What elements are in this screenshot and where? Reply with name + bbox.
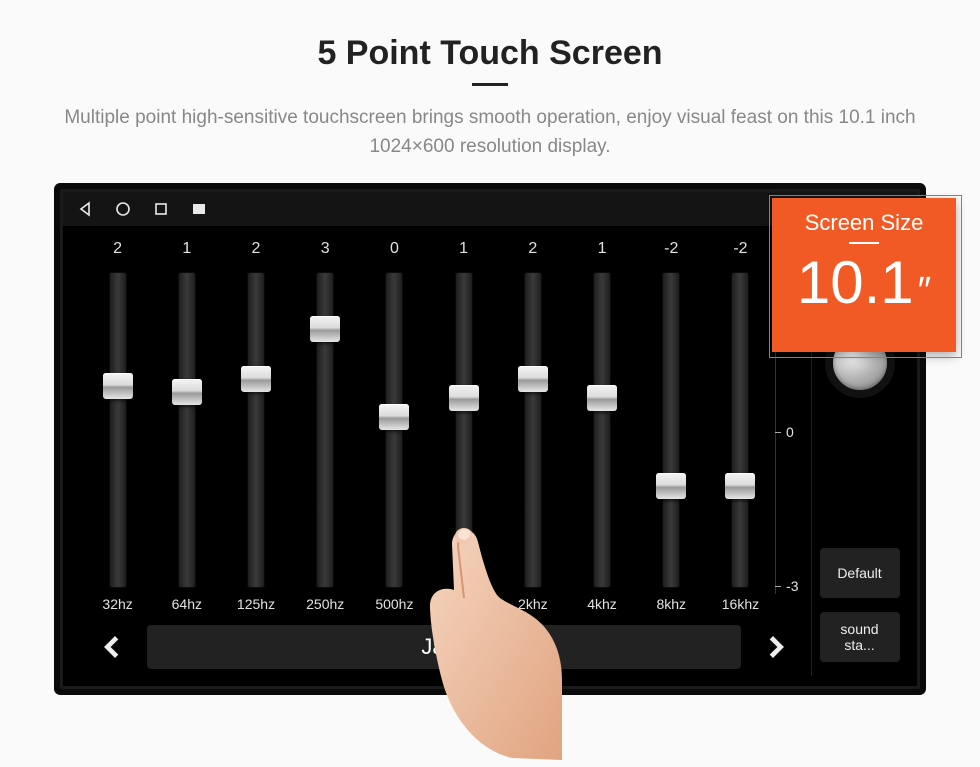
band-value: 2 — [528, 240, 537, 264]
slider-thumb[interactable] — [656, 473, 686, 499]
band-value: 2 — [113, 240, 122, 264]
back-icon[interactable] — [77, 201, 93, 217]
eq-band-4khz: 1 4khz — [567, 240, 636, 618]
eq-slider[interactable] — [524, 272, 542, 588]
slider-thumb[interactable] — [103, 373, 133, 399]
band-freq-label: 32hz — [102, 596, 132, 618]
home-icon[interactable] — [115, 201, 131, 217]
eq-slider[interactable] — [731, 272, 749, 588]
slider-thumb[interactable] — [172, 379, 202, 405]
band-freq-label: 125hz — [237, 596, 275, 618]
eq-slider[interactable] — [455, 272, 473, 588]
slider-thumb[interactable] — [725, 473, 755, 499]
recent-apps-icon[interactable] — [153, 201, 169, 217]
badge-value: 10.1″ — [797, 248, 931, 317]
eq-band-64hz: 1 64hz — [152, 240, 221, 618]
default-button[interactable]: Default — [820, 548, 900, 598]
preset-label[interactable]: Jazz — [147, 625, 741, 669]
eq-band-8khz: -2 8khz — [637, 240, 706, 618]
equalizer-sliders: 2 32hz 1 64hz 2 125hz 3 250hz — [77, 234, 811, 618]
band-freq-label: 64hz — [172, 596, 202, 618]
band-freq-label: 500hz — [375, 596, 413, 618]
band-value: 0 — [390, 240, 399, 264]
page-subtitle: Multiple point high-sensitive touchscree… — [0, 104, 980, 189]
badge-title: Screen Size — [805, 210, 924, 236]
eq-band-125hz: 2 125hz — [221, 240, 290, 618]
eq-band-2khz: 2 2khz — [498, 240, 567, 618]
band-value: -2 — [664, 240, 678, 264]
band-freq-label: 4khz — [587, 596, 617, 618]
eq-band-500hz: 0 500hz — [360, 240, 429, 618]
eq-slider[interactable] — [662, 272, 680, 588]
slider-thumb[interactable] — [310, 316, 340, 342]
slider-thumb[interactable] — [449, 385, 479, 411]
sound-stage-button[interactable]: sound sta... — [820, 612, 900, 662]
eq-band-1khz: 1 1khz — [429, 240, 498, 618]
band-freq-label: 8khz — [656, 596, 686, 618]
picture-icon[interactable] — [191, 201, 207, 217]
slider-thumb[interactable] — [587, 385, 617, 411]
eq-slider[interactable] — [109, 272, 127, 588]
band-freq-label: 1khz — [449, 596, 479, 618]
band-value: 1 — [459, 240, 468, 264]
eq-band-32hz: 2 32hz — [83, 240, 152, 618]
preset-next-button[interactable] — [759, 630, 793, 664]
headline-underline — [472, 83, 508, 86]
eq-slider[interactable] — [385, 272, 403, 588]
band-value: -2 — [733, 240, 747, 264]
equalizer-panel: 2 32hz 1 64hz 2 125hz 3 250hz — [77, 234, 811, 676]
slider-thumb[interactable] — [379, 404, 409, 430]
band-freq-label: 250hz — [306, 596, 344, 618]
eq-slider[interactable] — [593, 272, 611, 588]
slider-thumb[interactable] — [518, 366, 548, 392]
scale-tick: 0 — [776, 424, 811, 440]
eq-slider[interactable] — [247, 272, 265, 588]
page-title: 5 Point Touch Screen — [0, 0, 980, 73]
band-value: 2 — [252, 240, 261, 264]
eq-slider[interactable] — [316, 272, 334, 588]
eq-band-16khz: -2 16khz — [706, 240, 775, 618]
screen-size-badge: Screen Size 10.1″ — [772, 198, 956, 352]
band-value: 1 — [598, 240, 607, 264]
eq-band-250hz: 3 250hz — [291, 240, 360, 618]
preset-selector: Jazz — [77, 618, 811, 676]
band-value: 3 — [321, 240, 330, 264]
band-value: 1 — [182, 240, 191, 264]
band-freq-label: 16khz — [722, 596, 759, 618]
badge-underline — [849, 242, 879, 244]
eq-slider[interactable] — [178, 272, 196, 588]
preset-prev-button[interactable] — [95, 630, 129, 664]
slider-thumb[interactable] — [241, 366, 271, 392]
band-freq-label: 2khz — [518, 596, 548, 618]
scale-tick: -3 — [776, 578, 811, 594]
